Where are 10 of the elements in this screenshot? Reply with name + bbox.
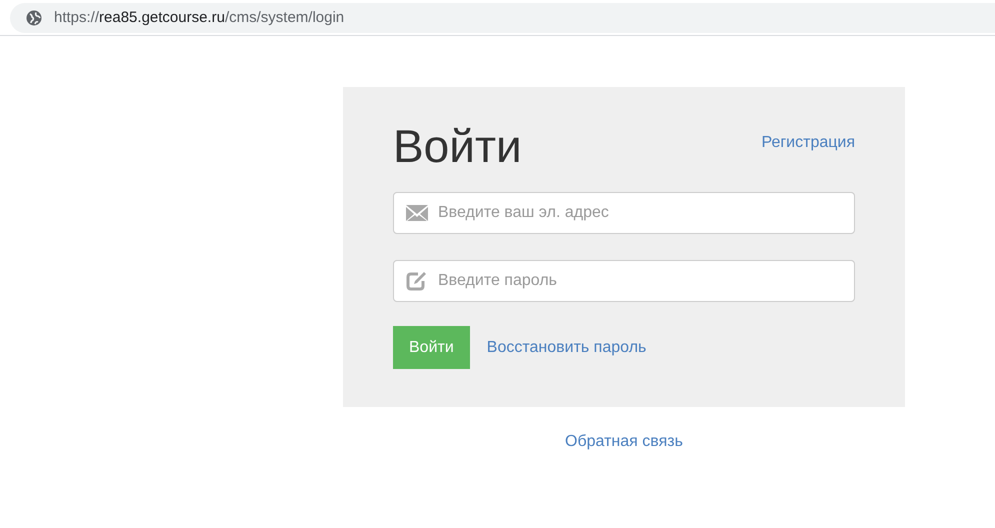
- register-link[interactable]: Регистрация: [761, 134, 855, 152]
- email-field[interactable]: Введите ваш эл. адрес: [393, 192, 855, 234]
- address-bar[interactable]: https://rea85.getcourse.ru/cms/system/login: [10, 2, 995, 32]
- password-field[interactable]: Введите пароль: [393, 260, 855, 302]
- login-button[interactable]: Войти: [393, 326, 470, 369]
- login-title: Войти: [393, 119, 522, 174]
- restore-password-link[interactable]: Восстановить пароль: [486, 338, 646, 356]
- feedback-link[interactable]: Обратная связь: [565, 433, 683, 451]
- url-text[interactable]: https://rea85.getcourse.ru/cms/system/login: [54, 9, 344, 26]
- globe-icon: [26, 10, 42, 26]
